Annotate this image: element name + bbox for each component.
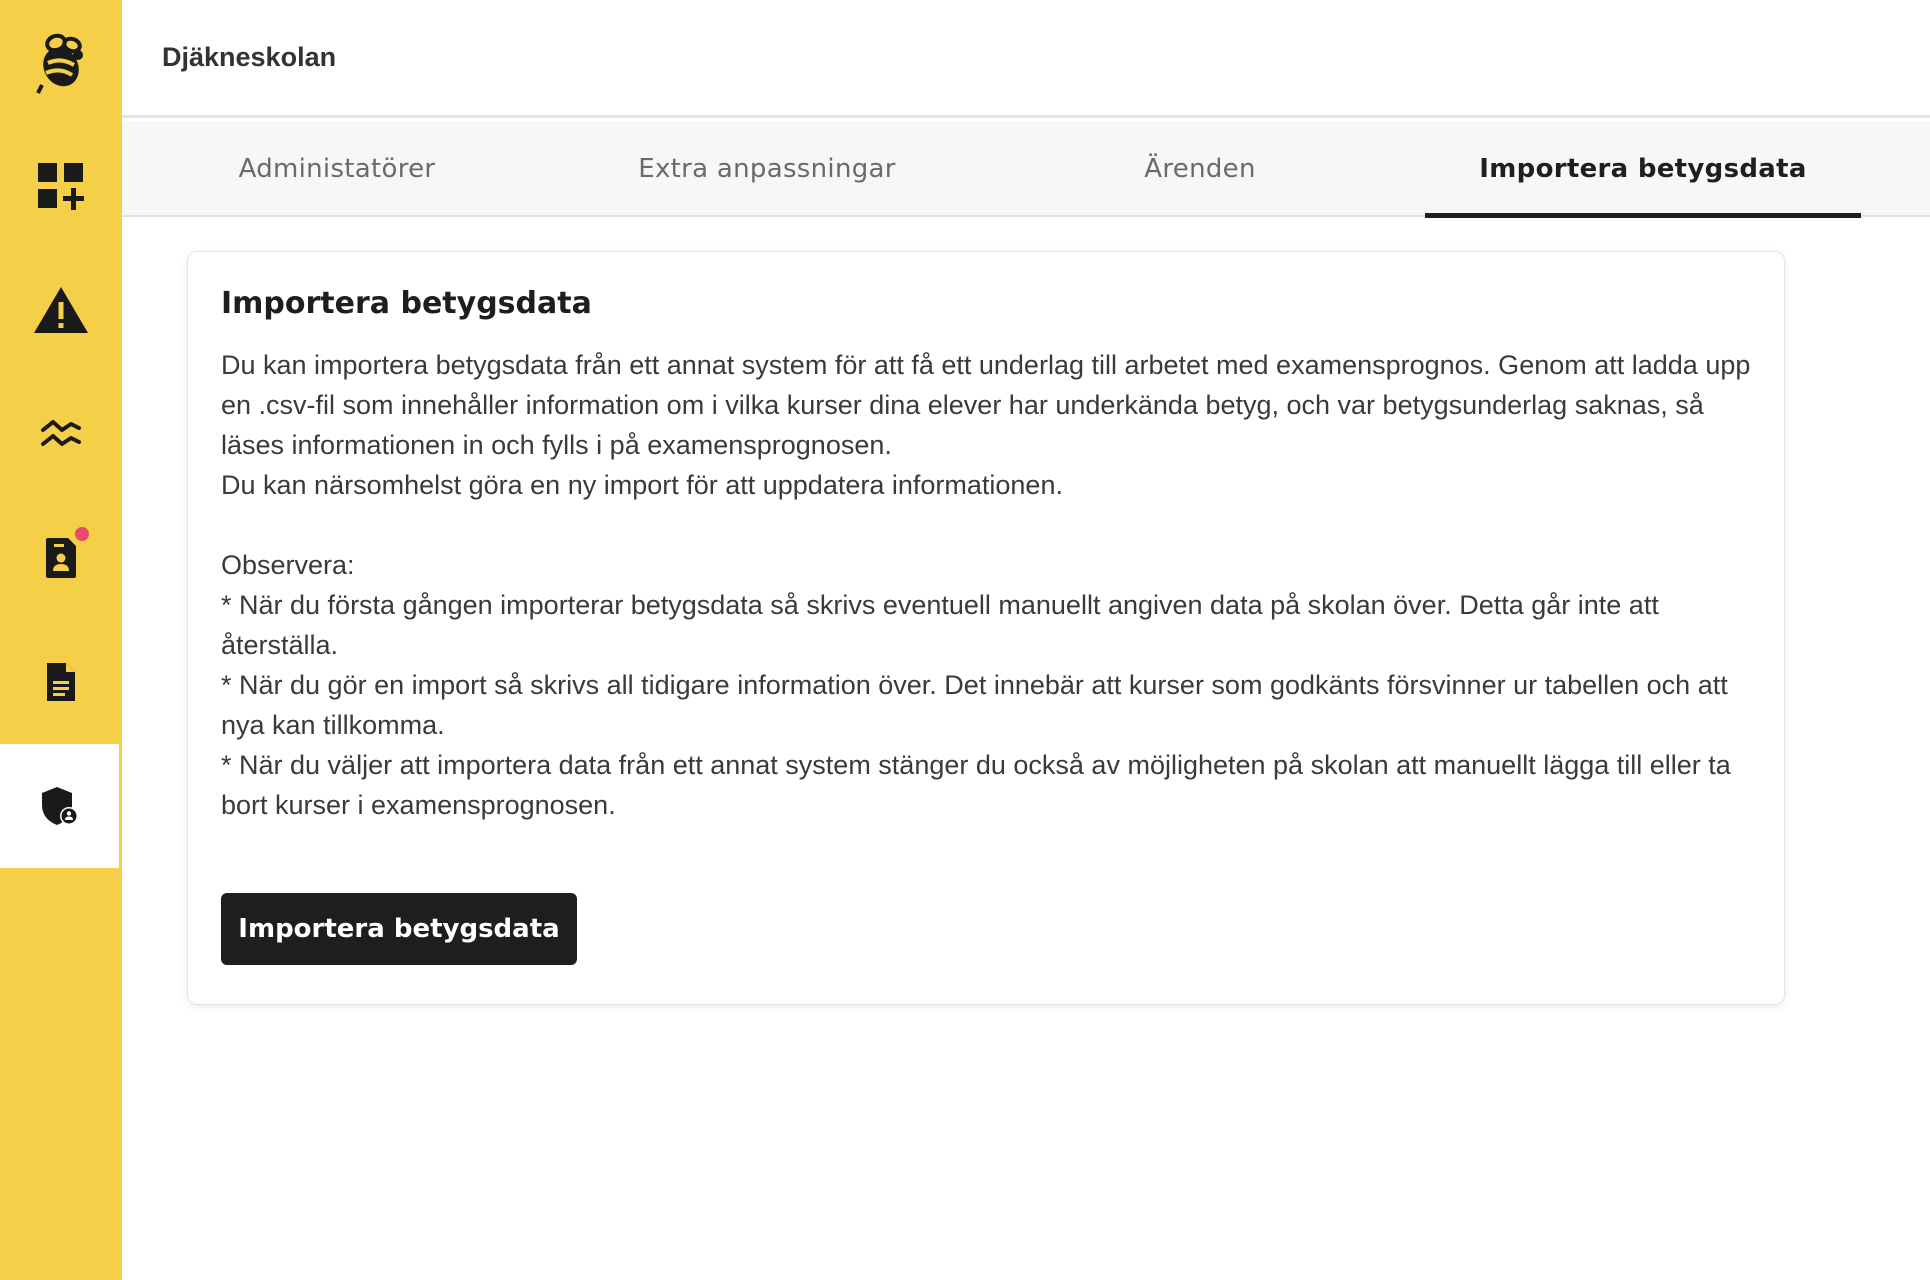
tab-cases[interactable]: Ärenden <box>982 121 1418 217</box>
tab-extra-adjustments[interactable]: Extra anpassningar <box>552 121 982 217</box>
school-name: Djäkneskolan <box>162 42 337 72</box>
card-body: Du kan importera betygsdata från ett ann… <box>221 345 1751 825</box>
student-document-icon <box>46 538 76 578</box>
top-header: Djäkneskolan <box>122 0 1930 118</box>
shield-admin-icon <box>41 787 78 825</box>
app-root: Djäkneskolan Administatörer Extra anpass… <box>0 0 1930 1280</box>
sidebar-item-dashboard[interactable] <box>0 124 122 248</box>
sidebar <box>0 0 122 1280</box>
dashboard-add-icon <box>38 163 84 210</box>
import-grades-button[interactable]: Importera betygsdata <box>221 893 577 965</box>
sidebar-item-warnings[interactable] <box>0 248 122 372</box>
note-item: * När du väljer att importera data från … <box>221 750 1731 820</box>
sidebar-item-admin[interactable] <box>0 744 119 868</box>
document-icon <box>47 663 75 701</box>
tab-import-grades[interactable]: Importera betygsdata <box>1425 121 1861 218</box>
bee-logo-icon <box>36 33 83 94</box>
warning-icon <box>34 287 88 333</box>
intro-text-2: Du kan närsomhelst göra en ny import för… <box>221 470 1063 500</box>
observe-label: Observera: <box>221 550 355 580</box>
tab-administrators[interactable]: Administatörer <box>122 121 552 217</box>
card-title: Importera betygsdata <box>221 286 592 321</box>
notification-dot <box>72 524 92 544</box>
trend-lines-icon <box>41 420 81 446</box>
import-card: Importera betygsdata Du kan importera be… <box>187 251 1785 1005</box>
sidebar-item-documents[interactable] <box>0 620 122 744</box>
note-item: * När du gör en import så skrivs all tid… <box>221 670 1728 740</box>
sidebar-logo[interactable] <box>0 0 122 124</box>
sidebar-item-students[interactable] <box>0 496 122 620</box>
intro-text: Du kan importera betygsdata från ett ann… <box>221 350 1751 460</box>
sidebar-item-trends[interactable] <box>0 372 122 496</box>
tab-bar: Administatörer Extra anpassningar Ärende… <box>122 121 1930 218</box>
note-item: * När du första gången importerar betygs… <box>221 590 1659 660</box>
